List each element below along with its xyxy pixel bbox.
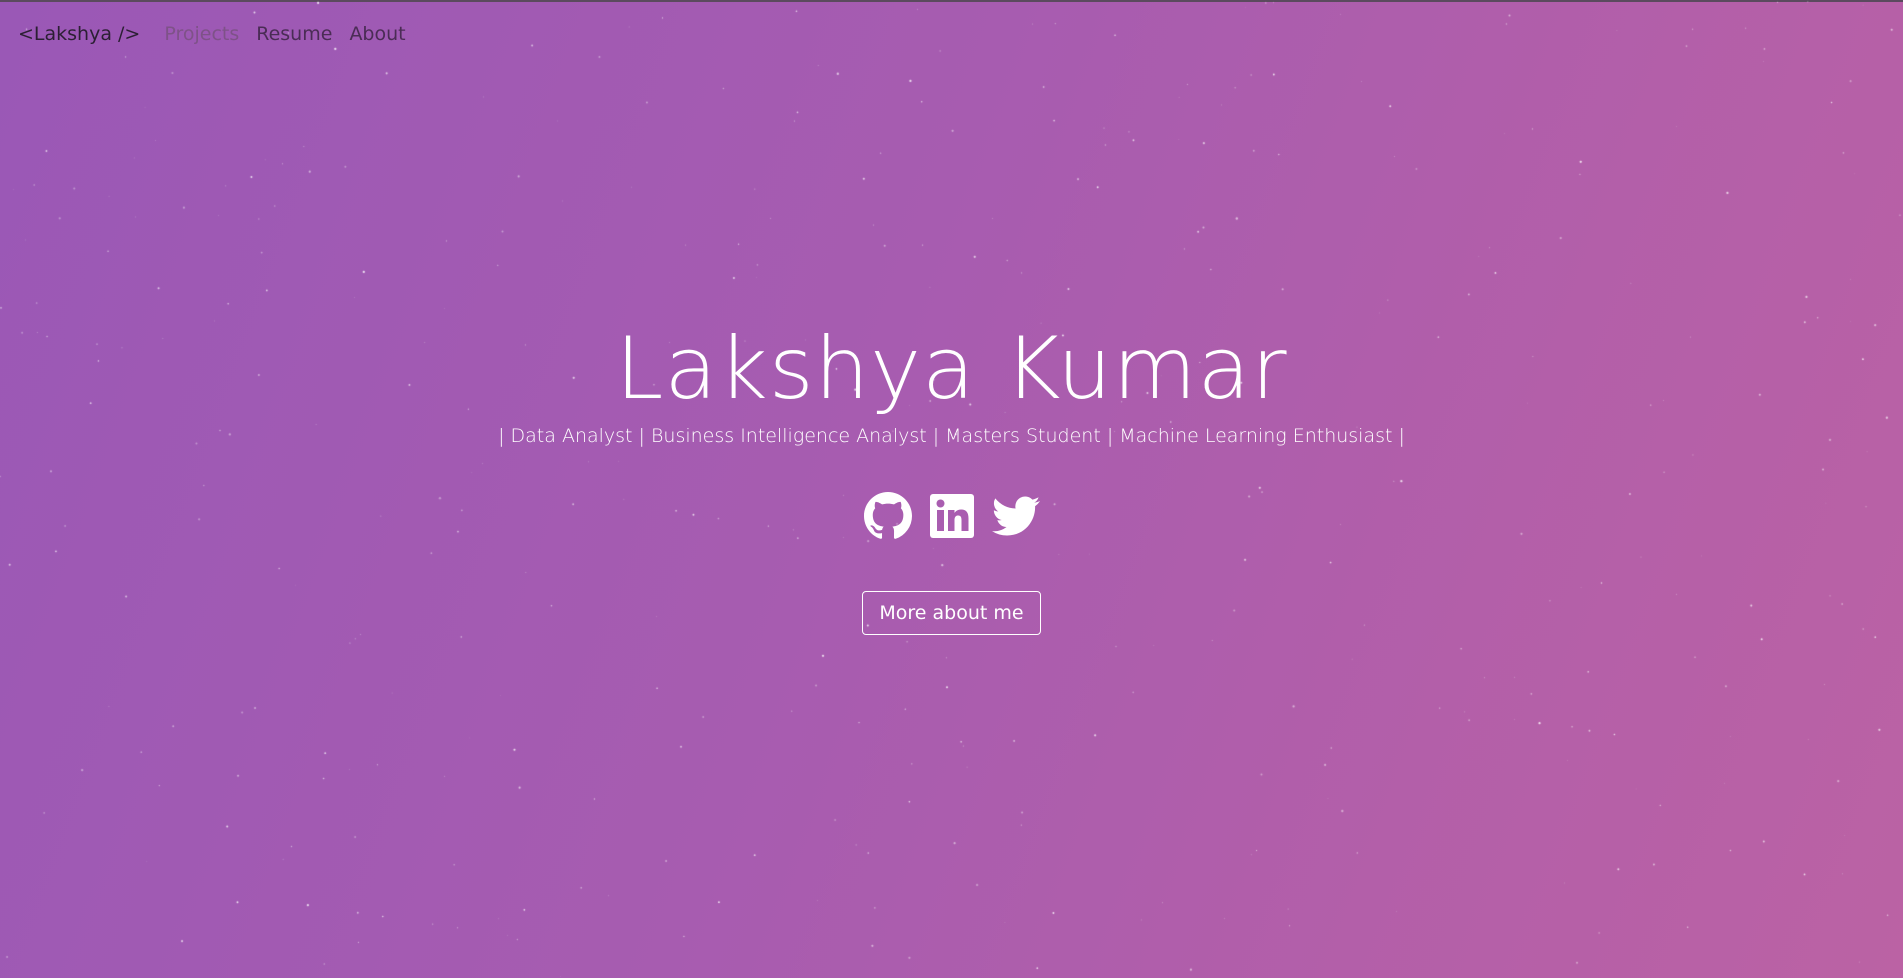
button-wrapper: More about me — [0, 590, 1903, 635]
hero-title: Lakshya Kumar — [615, 319, 1288, 419]
hero-section: Lakshya Kumar | Data Analyst | Business … — [0, 322, 1903, 635]
linkedin-icon — [929, 493, 974, 538]
navbar: <Lakshya /> Projects Resume About — [0, 0, 1903, 68]
nav-link-about[interactable]: About — [349, 23, 405, 45]
social-links — [0, 491, 1903, 540]
hero-subtitle: | Data Analyst | Business Intelligence A… — [498, 424, 1405, 447]
twitter-icon — [991, 496, 1040, 536]
nav-link-resume[interactable]: Resume — [256, 23, 332, 45]
github-icon — [863, 491, 912, 539]
nav-link-projects[interactable]: Projects — [164, 23, 239, 45]
twitter-link[interactable] — [991, 492, 1040, 540]
brand-logo[interactable]: <Lakshya /> — [18, 23, 140, 45]
more-about-me-button[interactable]: More about me — [862, 590, 1041, 635]
github-link[interactable] — [863, 491, 912, 540]
linkedin-link[interactable] — [928, 492, 976, 540]
